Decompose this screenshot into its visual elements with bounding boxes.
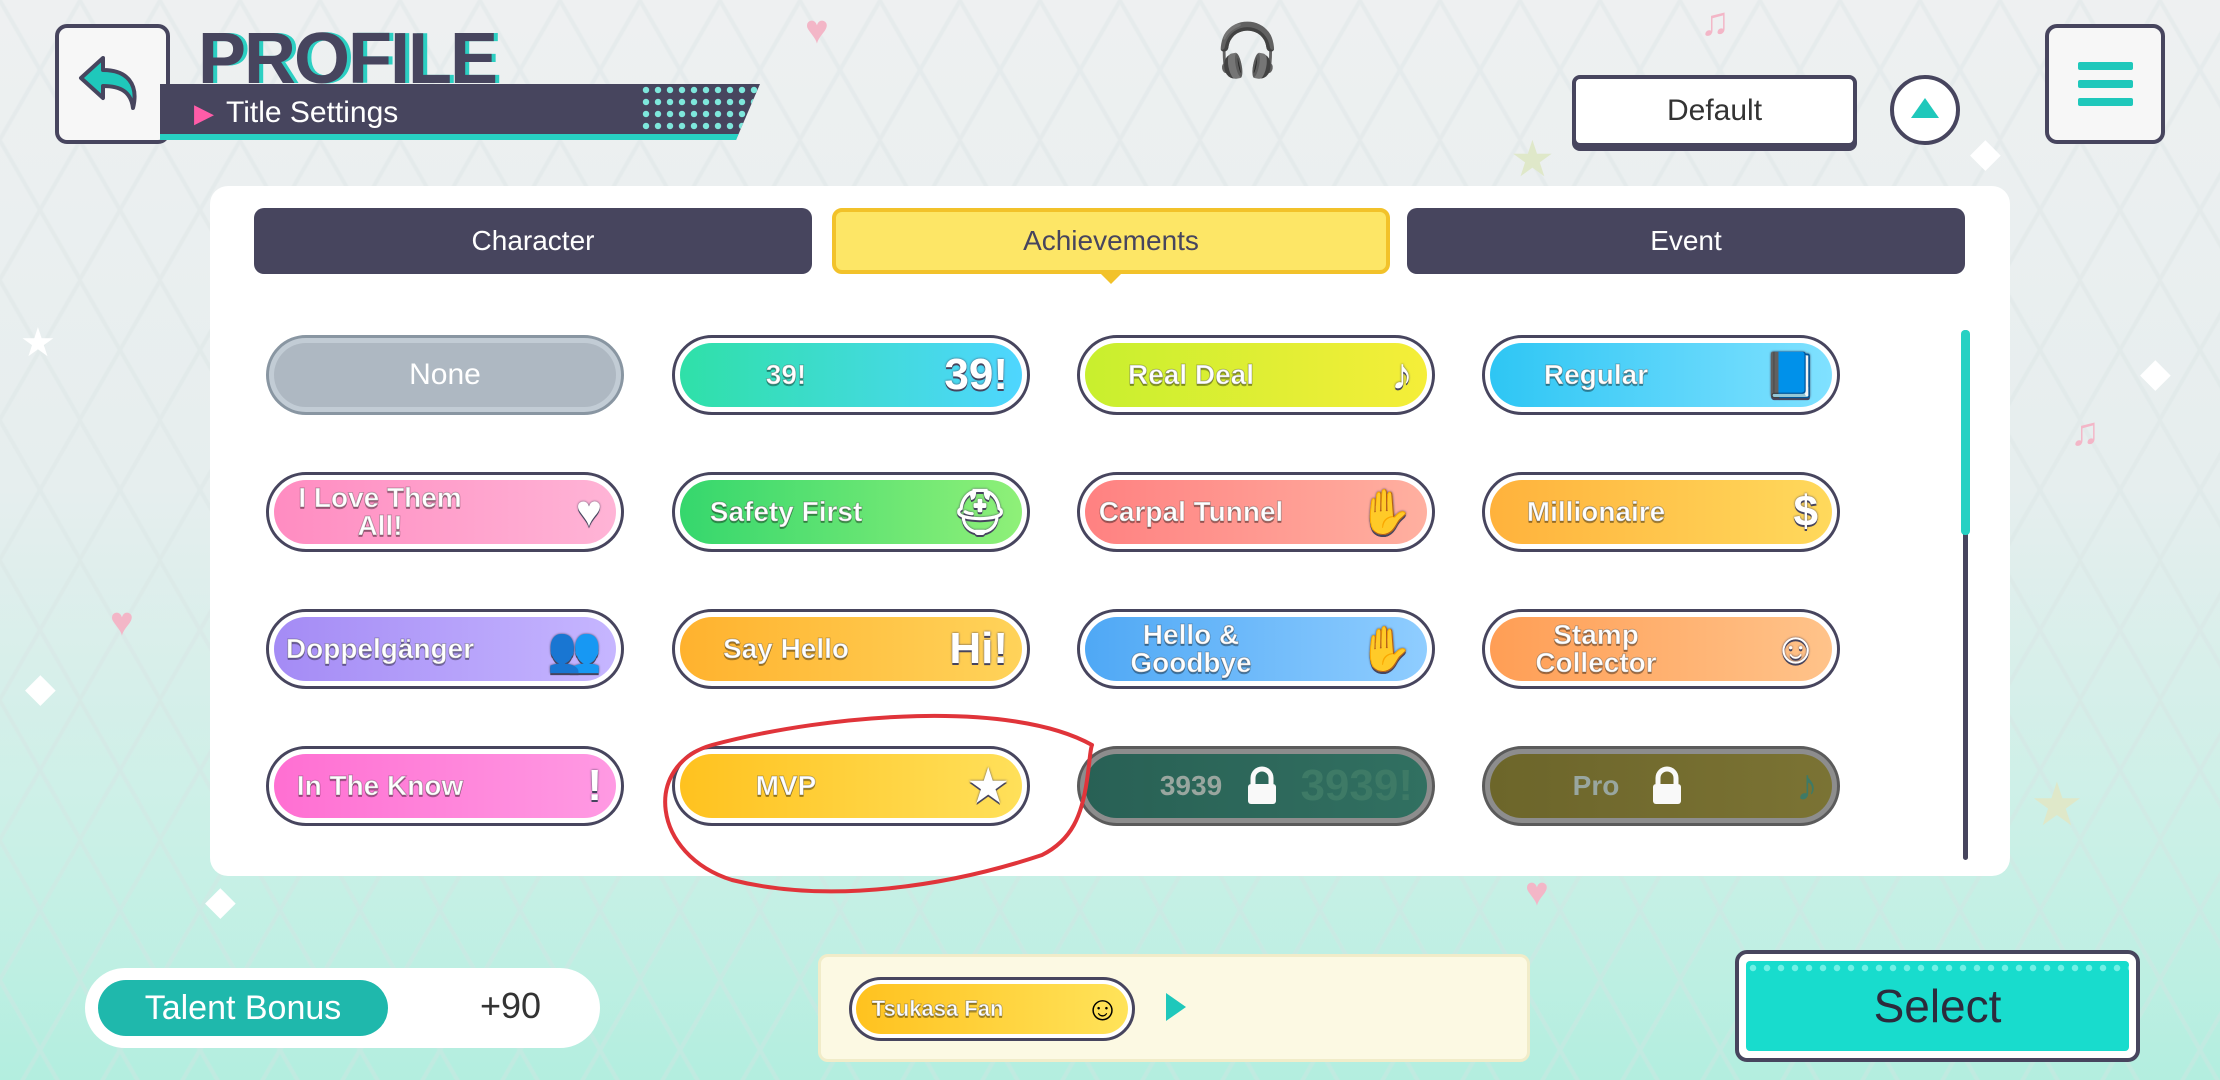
heart-deco-icon: ♥ [110, 600, 134, 644]
title-badge-label: Hello & Goodbye [1130, 619, 1252, 678]
star-wreath-deco-icon: ★ [2030, 771, 2084, 838]
tab-event[interactable]: Event [1407, 208, 1965, 274]
title-badge-label: Stamp Collector [1535, 619, 1657, 678]
diamond-deco-icon: ◆ [1970, 131, 2001, 175]
title-badge[interactable]: Stamp Collector ☺ [1482, 609, 1840, 689]
title-art-icon: ⛑ [952, 488, 1008, 537]
title-badge[interactable]: Carpal Tunnel ✋ [1077, 472, 1435, 552]
headphones-deco-icon: 🎧 [1215, 22, 1280, 80]
title-badge[interactable]: In The Know! [266, 746, 624, 826]
title-badge[interactable]: Doppelgänger 👥 [266, 609, 624, 689]
title-art-icon: ✋ [1358, 488, 1413, 537]
back-arrow-icon [78, 56, 136, 110]
title-badge-label: Doppelgänger [285, 633, 475, 664]
diamond-deco-icon: ◆ [205, 879, 236, 923]
select-button[interactable]: Select [1735, 950, 2140, 1062]
page-title: PROFILE [198, 19, 498, 99]
title-badge[interactable]: Pro ♪ [1482, 746, 1840, 826]
title-badge[interactable]: Millionaire $ [1482, 472, 1840, 552]
tab-character[interactable]: Character [254, 208, 812, 274]
scrollbar-thumb[interactable] [1961, 330, 1970, 535]
title-art-icon: Hi! [949, 624, 1008, 673]
title-badge-label: I Love Them All! [298, 482, 462, 541]
title-art-icon: 📘 [1763, 351, 1818, 400]
title-badge[interactable]: I Love Them All! ♥ [266, 472, 624, 552]
title-badge[interactable]: None [266, 335, 624, 415]
play-triangle-icon: ▶ [194, 97, 214, 128]
sort-order-button[interactable] [1890, 75, 1960, 145]
lock-icon [1245, 766, 1279, 806]
title-art-icon: ♥ [575, 487, 602, 536]
title-badge-label: Carpal Tunnel [1098, 496, 1284, 527]
lock-icon [1650, 766, 1684, 806]
title-art-icon: ♪ [1391, 350, 1413, 399]
title-art-icon: ♪ [1796, 761, 1818, 810]
title-art-icon: ! [587, 761, 602, 810]
music-note-deco-icon: ♫ [1700, 0, 1730, 44]
red-circle-annotation [663, 713, 1094, 894]
title-badge-label: 39! [765, 359, 807, 390]
music-note-deco-icon: ♫ [2070, 410, 2100, 454]
subtitle-text: Title Settings [226, 96, 399, 129]
heart-deco-icon: ♥ [805, 8, 829, 52]
triangle-up-icon [1911, 98, 1939, 118]
star-deco-icon: ★ [20, 321, 56, 365]
title-art-icon: 3939! [1300, 761, 1413, 810]
page-subtitle: ▶ Title Settings [194, 96, 399, 130]
title-art-icon: 👥 [547, 625, 602, 674]
title-badge-label: Say Hello [722, 633, 850, 664]
title-badge[interactable]: Safety First ⛑ [672, 472, 1030, 552]
title-badge-label: Safety First [709, 496, 863, 527]
current-title-label: Tsukasa Fan [871, 996, 1004, 1021]
title-art-icon: ☺ [1773, 624, 1818, 673]
title-badge[interactable]: 3939 3939! [1077, 746, 1435, 826]
diamond-deco-icon: ◆ [25, 666, 56, 710]
menu-icon [2077, 62, 2133, 70]
heart-deco-icon: ♥ [1525, 870, 1549, 914]
talent-bonus-label: Talent Bonus [98, 980, 388, 1036]
title-art-icon: 39! [944, 350, 1008, 399]
sort-default-button[interactable]: Default [1572, 75, 1857, 147]
talent-bonus-value: +90 [480, 985, 542, 1026]
back-button[interactable] [55, 24, 170, 144]
title-badge[interactable]: Say Hello Hi! [672, 609, 1030, 689]
title-badge[interactable]: Regular 📘 [1482, 335, 1840, 415]
title-badge-label: Regular [1543, 359, 1649, 390]
title-badge[interactable]: Real Deal ♪ [1077, 335, 1435, 415]
diamond-deco-icon: ◆ [2140, 351, 2171, 395]
menu-button[interactable] [2045, 24, 2165, 144]
title-art-icon: $ [1793, 487, 1818, 536]
play-arrow-icon [1166, 993, 1186, 1021]
star-wreath-deco-icon: ★ [1510, 131, 1555, 187]
tab-achievements[interactable]: Achievements [832, 208, 1390, 284]
character-face-icon: ☺ [1085, 989, 1120, 1028]
title-badge[interactable]: Hello & Goodbye ✋ [1077, 609, 1435, 689]
select-label: Select [1873, 980, 2002, 1032]
current-title-preview: Tsukasa Fan ☺ [818, 954, 1530, 1062]
title-badge-label: In The Know [296, 770, 464, 801]
current-title-badge: Tsukasa Fan ☺ [849, 977, 1135, 1041]
title-badge-label: Real Deal [1127, 359, 1255, 390]
title-badge-label: None [409, 358, 481, 391]
title-badge[interactable]: 39! 39! [672, 335, 1030, 415]
title-art-icon: ✋ [1358, 625, 1413, 674]
title-badge-label: Millionaire [1526, 496, 1666, 527]
